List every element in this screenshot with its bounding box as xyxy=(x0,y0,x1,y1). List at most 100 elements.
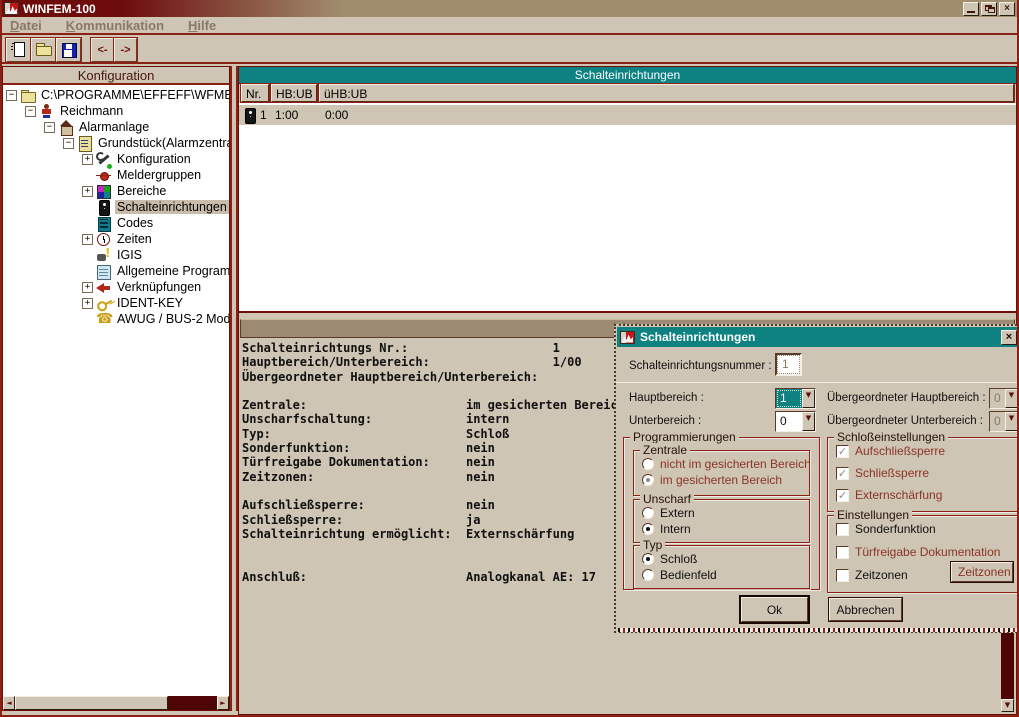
tree-item-schalteinrichtungen[interactable]: Schalteinrichtungen xyxy=(3,199,229,215)
tree-item-grundst-ck-alarmzentrale-5[interactable]: −Grundstück(Alarmzentrale 5 xyxy=(3,135,229,151)
dropdown-arrow-icon[interactable]: ▼ xyxy=(802,412,815,431)
minimize-icon xyxy=(967,11,975,13)
tree-item-igis[interactable]: IGIS xyxy=(3,247,229,263)
scroll-down-button[interactable]: ▼ xyxy=(1001,699,1014,712)
group-einstellungen: Einstellungen Sonderfunktion Türfreigabe… xyxy=(827,515,1019,593)
clock-icon xyxy=(96,232,112,247)
radio-schloss[interactable]: Schloß xyxy=(642,552,809,566)
schalteinrichtungen-list-panel: Schalteinrichtungen Nr. HB:UB üHB:UB 1 1… xyxy=(238,66,1017,312)
tree-item-allgemeine-programmier[interactable]: Allgemeine Programmier xyxy=(3,263,229,279)
house-icon xyxy=(58,120,74,135)
tree-item-codes[interactable]: Codes xyxy=(3,215,229,231)
tree-item-zeiten[interactable]: +Zeiten xyxy=(3,231,229,247)
ueber-unterbereich-select[interactable]: 0 ▼ xyxy=(989,411,1019,432)
schalteinrichtungen-dialog: Schalteinrichtungen × Schalteinrichtungs… xyxy=(614,324,1019,633)
radio-bedienfeld[interactable]: Bedienfeld xyxy=(642,568,809,582)
checkbox-externschaerfung[interactable]: ✓ Externschärfung xyxy=(836,488,1018,502)
checkbox-icon xyxy=(836,546,849,559)
dropdown-arrow-icon[interactable]: ▼ xyxy=(1005,389,1018,408)
hauptbereich-select[interactable]: 1 ▼ xyxy=(775,388,816,409)
tree-item-bereiche[interactable]: +Bereiche xyxy=(3,183,229,199)
menu-datei[interactable]: Datei xyxy=(10,18,42,33)
dialog-titlebar: Schalteinrichtungen × xyxy=(617,327,1018,347)
minimize-button[interactable] xyxy=(963,2,979,16)
open-file-button[interactable] xyxy=(31,38,56,62)
hauptbereich-label: Hauptbereich : xyxy=(629,392,704,404)
plus-expand-box[interactable]: + xyxy=(82,186,93,197)
window-title: WINFEM-100 xyxy=(23,2,963,16)
scroll-thumb[interactable] xyxy=(15,696,168,710)
number-label: Schalteinrichtungsnummer : xyxy=(629,360,772,372)
close-button[interactable]: × xyxy=(999,2,1015,16)
tree-item-verkn-pfungen[interactable]: +Verknüpfungen xyxy=(3,279,229,295)
tree-item-c-programme-effeff-wfmb100[interactable]: −C:\PROGRAMME\EFFEFF\WFMB100\ xyxy=(3,87,229,103)
tree-item-alarmanlage[interactable]: −Alarmanlage xyxy=(3,119,229,135)
forward-button[interactable]: -> xyxy=(114,38,137,62)
checkbox-tuerfreigabe[interactable]: Türfreigabe Dokumentation xyxy=(836,545,1018,559)
tree-item-awug-bus-2-modem[interactable]: AWUG / BUS-2 Modem xyxy=(3,311,229,327)
radio-intern[interactable]: Intern xyxy=(642,522,809,536)
checkbox-checked-icon: ✓ xyxy=(836,445,849,458)
checkbox-checked-icon: ✓ xyxy=(836,467,849,480)
wrench-icon xyxy=(96,152,112,167)
tree-horizontal-scrollbar[interactable]: ◄ ► xyxy=(3,696,229,710)
config-tree: −C:\PROGRAMME\EFFEFF\WFMB100\−Reichmann−… xyxy=(3,87,229,696)
minus-expand-box[interactable]: − xyxy=(44,122,55,133)
plus-expand-box[interactable]: + xyxy=(82,282,93,293)
unterbereich-select[interactable]: 0 ▼ xyxy=(775,411,816,432)
config-panel-title: Konfiguration xyxy=(3,67,229,85)
menu-kommunikation[interactable]: Kommunikation xyxy=(66,18,164,33)
radio-nicht-im-gesicherten-bereich[interactable]: nicht im gesicherten Bereich xyxy=(642,457,809,471)
restore-button[interactable] xyxy=(981,2,997,16)
tree-item-konfiguration[interactable]: +Konfiguration xyxy=(3,151,229,167)
tree-item-meldergruppen[interactable]: Meldergruppen xyxy=(3,167,229,183)
ueber-hauptbereich-select[interactable]: 0 ▼ xyxy=(989,388,1019,409)
list-icon xyxy=(96,264,112,279)
dialog-bottom-edge xyxy=(618,628,1017,632)
dropdown-arrow-icon[interactable]: ▼ xyxy=(1005,412,1018,431)
checkbox-sonderfunktion[interactable]: Sonderfunktion xyxy=(836,522,1018,536)
checkbox-icon xyxy=(836,569,849,582)
table-row[interactable]: 1 1:00 0:00 xyxy=(239,105,1016,125)
winfem-logo-icon xyxy=(620,331,635,344)
tree-item-ident-key[interactable]: +IDENT-KEY xyxy=(3,295,229,311)
scroll-left-button[interactable]: ◄ xyxy=(3,696,15,710)
column-header-uhbub[interactable]: üHB:UB xyxy=(319,84,1014,102)
list-header: Nr. HB:UB üHB:UB xyxy=(239,84,1016,103)
minus-expand-box[interactable]: − xyxy=(25,106,36,117)
plus-expand-box[interactable]: + xyxy=(82,234,93,245)
radio-extern[interactable]: Extern xyxy=(642,506,809,520)
plus-expand-box[interactable]: + xyxy=(82,154,93,165)
checkbox-schliesssperre[interactable]: ✓ Schließsperre xyxy=(836,466,1018,480)
new-file-button[interactable] xyxy=(6,38,31,62)
winfem-logo-icon xyxy=(4,2,19,15)
tree-item-reichmann[interactable]: −Reichmann xyxy=(3,103,229,119)
scroll-right-button[interactable]: ► xyxy=(217,696,229,710)
minus-expand-box[interactable]: − xyxy=(63,138,74,149)
menu-hilfe[interactable]: Hilfe xyxy=(188,18,216,33)
row-uhbub: 0:00 xyxy=(321,108,1016,122)
schalteinrichtungsnummer-input[interactable]: 1 xyxy=(775,353,802,376)
window-titlebar: WINFEM-100 × xyxy=(2,0,1017,17)
save-button[interactable] xyxy=(56,38,81,62)
column-header-nr[interactable]: Nr. xyxy=(241,84,269,102)
plus-expand-box[interactable]: + xyxy=(82,298,93,309)
list-body xyxy=(239,125,1016,311)
radio-icon xyxy=(642,569,654,581)
column-header-hbub[interactable]: HB:UB xyxy=(271,84,317,102)
row-nr: 1 xyxy=(260,108,267,122)
radio-im-gesicherten-bereich[interactable]: im gesicherten Bereich xyxy=(642,473,809,487)
minus-expand-box[interactable]: − xyxy=(6,90,17,101)
checkbox-aufschliesssperre[interactable]: ✓ Aufschließsperre xyxy=(836,444,1018,458)
ok-button[interactable]: Ok xyxy=(741,597,808,622)
dialog-close-button[interactable]: × xyxy=(1001,330,1017,345)
back-button[interactable]: <- xyxy=(91,38,114,62)
dropdown-arrow-icon[interactable]: ▼ xyxy=(802,389,815,408)
radio-selected-icon xyxy=(642,474,654,486)
group-typ: Typ Schloß Bedienfeld xyxy=(633,545,810,589)
panel-splitter[interactable] xyxy=(230,66,238,711)
zeitzonen-button[interactable]: Zeitzonen xyxy=(951,562,1013,582)
dialog-separator xyxy=(616,382,1019,383)
group-unscharf: Unscharf Extern Intern xyxy=(633,499,810,543)
cancel-button[interactable]: Abbrechen xyxy=(829,598,902,621)
